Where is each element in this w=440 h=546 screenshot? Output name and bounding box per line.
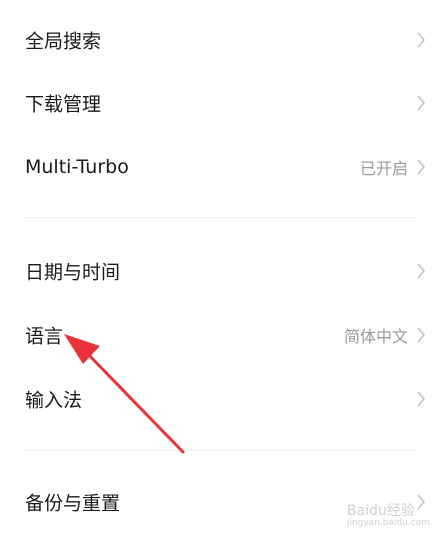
- settings-item-multi-turbo[interactable]: Multi-Turbo 已开启: [0, 135, 440, 199]
- settings-screen: 全局搜索 下载管理 Multi-Turbo 已开启 日期与时间 语言 简体中文 …: [0, 0, 440, 546]
- settings-item-value: 简体中文: [343, 327, 408, 346]
- settings-item-input-method[interactable]: 输入法: [0, 367, 440, 431]
- watermark-logo: Baidu经验 jingyan.baidu.com: [347, 500, 430, 528]
- chevron-right-icon: [417, 327, 425, 343]
- settings-item-label: 日期与时间: [25, 261, 121, 284]
- chevron-right-icon: [417, 32, 425, 48]
- settings-item-label: Multi-Turbo: [25, 156, 129, 178]
- chevron-right-icon: [417, 159, 425, 175]
- settings-item-label: 全局搜索: [25, 30, 102, 53]
- chevron-right-icon: [417, 391, 425, 407]
- settings-item-label: 备份与重置: [25, 492, 121, 515]
- settings-item-label: 下载管理: [25, 93, 102, 116]
- group-divider: [25, 450, 415, 451]
- chevron-right-icon: [417, 263, 425, 279]
- settings-item-label: 输入法: [25, 389, 83, 412]
- settings-item-label: 语言: [25, 325, 64, 348]
- chevron-right-icon: [417, 95, 425, 111]
- settings-item-date-time[interactable]: 日期与时间: [0, 239, 440, 303]
- settings-item-value: 已开启: [359, 159, 408, 178]
- settings-item-language[interactable]: 语言 简体中文: [0, 303, 440, 367]
- group-divider: [25, 217, 415, 218]
- watermark-subtext: jingyan.baidu.com: [346, 518, 430, 528]
- settings-item-download-manager[interactable]: 下载管理: [0, 71, 440, 135]
- watermark-text: Baidu经验: [346, 503, 415, 519]
- settings-item-global-search[interactable]: 全局搜索: [0, 8, 440, 72]
